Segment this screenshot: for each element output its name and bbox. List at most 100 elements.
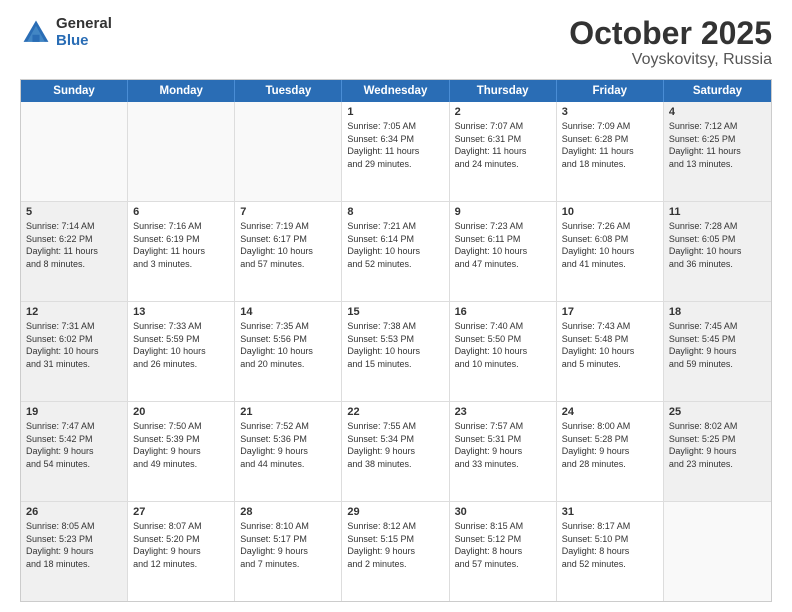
day-number: 30: [455, 506, 551, 518]
cal-cell: 5Sunrise: 7:14 AMSunset: 6:22 PMDaylight…: [21, 202, 128, 301]
cell-line: and 5 minutes.: [562, 358, 658, 371]
cell-text: Sunrise: 7:40 AMSunset: 5:50 PMDaylight:…: [455, 320, 551, 370]
cell-line: Daylight: 11 hours: [669, 145, 766, 158]
cell-line: Sunset: 6:19 PM: [133, 233, 229, 246]
header-tuesday: Tuesday: [235, 80, 342, 102]
cal-cell: 2 Sunrise: 7:07 AMSunset: 6:31 PMDaylight…: [450, 102, 557, 201]
cell-text: Sunrise: 7:43 AMSunset: 5:48 PMDaylight:…: [562, 320, 658, 370]
cell-line: and 20 minutes.: [240, 358, 336, 371]
day-number: 20: [133, 406, 229, 418]
cell-line: and 7 minutes.: [240, 558, 336, 571]
cal-cell: 3Sunrise: 7:09 AMSunset: 6:28 PMDaylight…: [557, 102, 664, 201]
cell-line: Sunset: 6:08 PM: [562, 233, 658, 246]
cell-line: and 18 minutes.: [562, 158, 658, 171]
cell-line: Sunset: 6:25 PM: [669, 133, 766, 146]
cell-text: Sunrise: 8:07 AMSunset: 5:20 PMDaylight:…: [133, 520, 229, 570]
day-number: 31: [562, 506, 658, 518]
cell-text: Sunrise: 7:55 AMSunset: 5:34 PMDaylight:…: [347, 420, 443, 470]
logo-icon: [20, 17, 52, 49]
cell-text: Sunrise: 7:31 AMSunset: 6:02 PMDaylight:…: [26, 320, 122, 370]
cell-line: and 57 minutes.: [455, 558, 551, 571]
cal-cell: 19Sunrise: 7:47 AMSunset: 5:42 PMDayligh…: [21, 402, 128, 501]
cell-line: Sunset: 5:50 PM: [455, 333, 551, 346]
cell-line: Sunrise: 7:14 AM: [26, 220, 122, 233]
cell-line: Sunrise: 7:50 AM: [133, 420, 229, 433]
cal-row-2: 5Sunrise: 7:14 AMSunset: 6:22 PMDaylight…: [21, 202, 771, 302]
cal-cell: 26Sunrise: 8:05 AMSunset: 5:23 PMDayligh…: [21, 502, 128, 601]
cal-cell: 30 Sunrise: 8:15 AMSunset: 5:12 PMDayligh…: [450, 502, 557, 601]
cal-row-4: 19Sunrise: 7:47 AMSunset: 5:42 PMDayligh…: [21, 402, 771, 502]
cell-line: Sunrise: 7:05 AM: [347, 120, 443, 133]
cell-line: and 36 minutes.: [669, 258, 766, 271]
cell-line: Daylight: 10 hours: [240, 345, 336, 358]
cal-cell: 6Sunrise: 7:16 AMSunset: 6:19 PMDaylight…: [128, 202, 235, 301]
cell-line: and 18 minutes.: [26, 558, 122, 571]
cell-line: Sunrise: 8:15 AM: [455, 520, 551, 533]
cell-text: Sunrise: 7:57 AMSunset: 5:31 PMDaylight:…: [455, 420, 551, 470]
cell-line: Sunset: 6:34 PM: [347, 133, 443, 146]
cell-line: Daylight: 9 hours: [455, 445, 551, 458]
logo: General Blue: [20, 16, 112, 49]
cal-row-1: 1 Sunrise: 7:05 AMSunset: 6:34 PM Daylight…: [21, 102, 771, 202]
cell-line: and 12 minutes.: [133, 558, 229, 571]
day-number: 2: [455, 106, 551, 118]
cell-text: Sunrise: 7:19 AMSunset: 6:17 PMDaylight:…: [240, 220, 336, 270]
cell-line: Sunrise: 7:31 AM: [26, 320, 122, 333]
page: General Blue October 2025 Voyskovitsy, R…: [0, 0, 792, 612]
cell-text: Sunrise: 7:21 AMSunset: 6:14 PMDaylight:…: [347, 220, 443, 270]
cell-text: Sunrise: 7:23 AMSunset: 6:11 PMDaylight:…: [455, 220, 551, 270]
cell-line: and 29 minutes.: [347, 158, 443, 171]
cal-cell: 22Sunrise: 7:55 AMSunset: 5:34 PMDayligh…: [342, 402, 449, 501]
cell-line: Sunset: 5:28 PM: [562, 433, 658, 446]
cal-cell: 29Sunrise: 8:12 AMSunset: 5:15 PMDayligh…: [342, 502, 449, 601]
cell-line: Daylight: 11 hours: [455, 145, 551, 158]
day-number: 13: [133, 306, 229, 318]
cell-line: Daylight: 10 hours: [562, 345, 658, 358]
cell-text: Sunrise: 7:07 AMSunset: 6:31 PMDaylight:…: [455, 120, 551, 170]
cell-line: Daylight: 9 hours: [240, 545, 336, 558]
header-wednesday: Wednesday: [342, 80, 449, 102]
cal-cell: 7Sunrise: 7:19 AMSunset: 6:17 PMDaylight…: [235, 202, 342, 301]
cell-line: and 59 minutes.: [669, 358, 766, 371]
cell-line: Sunset: 5:34 PM: [347, 433, 443, 446]
cell-line: Sunrise: 7:09 AM: [562, 120, 658, 133]
cell-line: and 13 minutes.: [669, 158, 766, 171]
cal-cell: [664, 502, 771, 601]
cell-text: Sunrise: 7:33 AMSunset: 5:59 PMDaylight:…: [133, 320, 229, 370]
cell-line: Sunrise: 8:12 AM: [347, 520, 443, 533]
cell-line: Daylight: 11 hours: [26, 245, 122, 258]
cell-text: Sunrise: 7:28 AMSunset: 6:05 PMDaylight:…: [669, 220, 766, 270]
cell-line: and 54 minutes.: [26, 458, 122, 471]
cell-line: Sunrise: 7:26 AM: [562, 220, 658, 233]
day-number: 12: [26, 306, 122, 318]
day-number: 21: [240, 406, 336, 418]
cell-text: Sunrise: 7:50 AMSunset: 5:39 PMDaylight:…: [133, 420, 229, 470]
day-number: 26: [26, 506, 122, 518]
cell-line: Sunrise: 7:47 AM: [26, 420, 122, 433]
cell-line: Sunrise: 7:45 AM: [669, 320, 766, 333]
cal-cell: 4Sunrise: 7:12 AMSunset: 6:25 PMDaylight…: [664, 102, 771, 201]
day-number: 1: [347, 106, 443, 118]
cell-line: Daylight: 10 hours: [455, 245, 551, 258]
day-number: 25: [669, 406, 766, 418]
cell-line: and 31 minutes.: [26, 358, 122, 371]
cell-line: Daylight: 9 hours: [347, 545, 443, 558]
header-friday: Friday: [557, 80, 664, 102]
cell-line: Sunrise: 8:00 AM: [562, 420, 658, 433]
cell-line: Daylight: 8 hours: [562, 545, 658, 558]
cell-line: Sunrise: 8:10 AM: [240, 520, 336, 533]
cell-line: Sunrise: 7:21 AM: [347, 220, 443, 233]
day-number: 9: [455, 206, 551, 218]
cell-line: Sunset: 5:53 PM: [347, 333, 443, 346]
cell-line: Sunrise: 7:07 AM: [455, 120, 551, 133]
cal-cell: 13 Sunrise: 7:33 AMSunset: 5:59 PMDayligh…: [128, 302, 235, 401]
cell-line: Sunset: 6:14 PM: [347, 233, 443, 246]
cell-line: Daylight: 11 hours: [133, 245, 229, 258]
cell-line: and 52 minutes.: [562, 558, 658, 571]
cell-text: Sunrise: 8:15 AMSunset: 5:12 PMDaylight:…: [455, 520, 551, 570]
cell-text: Sunrise: 7:12 AMSunset: 6:25 PMDaylight:…: [669, 120, 766, 170]
cell-line: and 38 minutes.: [347, 458, 443, 471]
day-number: 5: [26, 206, 122, 218]
cell-line: Daylight: 9 hours: [669, 345, 766, 358]
cell-line: Sunset: 5:42 PM: [26, 433, 122, 446]
